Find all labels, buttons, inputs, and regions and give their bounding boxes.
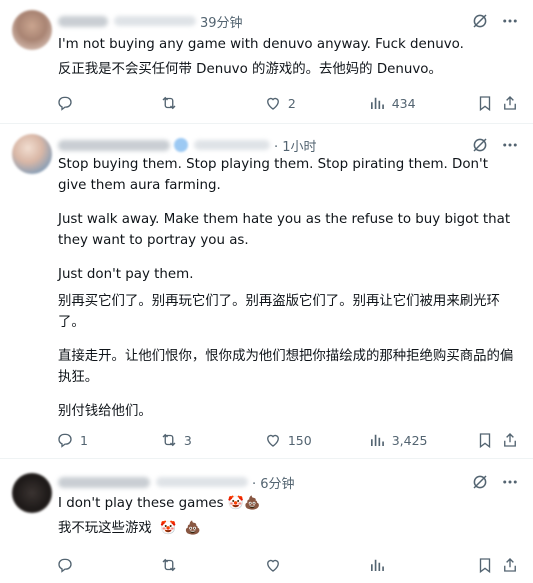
reply-button[interactable]: [56, 556, 160, 574]
retweet-count: 3: [183, 432, 192, 448]
bookmark-icon: [476, 431, 494, 449]
views-icon: [368, 431, 386, 449]
tweet-top-actions: [471, 12, 519, 30]
like-count: 2: [287, 95, 296, 111]
verified-icon: [174, 138, 188, 152]
share-icon: [501, 556, 519, 574]
share-button[interactable]: [501, 94, 519, 112]
bookmark-button[interactable]: [476, 94, 501, 112]
tweet-1[interactable]: 39分钟 I'm not buying any game with denuvo…: [0, 0, 533, 124]
tweet-paragraph: Just walk away. Make them hate you as th…: [58, 212, 511, 248]
grok-icon[interactable]: [471, 473, 489, 491]
tweet-top-actions: [471, 136, 519, 154]
bookmark-icon: [476, 556, 494, 574]
tweet-line-zh: 我不玩这些游戏 🤡 💩: [58, 518, 520, 539]
tweet-paragraph: 直接走开。让他们恨你，恨你成为他们想把你描绘成的那种拒绝购买商品的偏执狂。: [58, 349, 514, 385]
tweet-actions: [56, 555, 519, 575]
reply-button[interactable]: [56, 94, 160, 112]
avatar[interactable]: [12, 473, 52, 513]
tweet-3[interactable]: · 6分钟 I don't play these games 🤡💩 我不玩这些游…: [0, 459, 533, 583]
views-button[interactable]: 434: [368, 94, 476, 112]
views-count: 3,425: [391, 432, 428, 448]
more-icon[interactable]: [501, 136, 519, 154]
retweet-button[interactable]: [160, 94, 264, 112]
author-handle[interactable]: [114, 16, 196, 26]
timestamp[interactable]: · 6分钟: [252, 473, 295, 492]
retweet-icon: [160, 431, 178, 449]
avatar[interactable]: [12, 10, 52, 50]
tweet-top-actions: [471, 473, 519, 491]
share-icon: [501, 94, 519, 112]
more-icon[interactable]: [501, 473, 519, 491]
tweet-line-en: I don't play these games 🤡💩: [58, 493, 520, 514]
reply-button[interactable]: 1: [56, 431, 160, 449]
bookmark-button[interactable]: [476, 556, 501, 574]
tweet-2[interactable]: · 1小时 Stop buying them. Stop playing the…: [0, 124, 533, 459]
author-name[interactable]: [58, 476, 150, 488]
author-handle[interactable]: [156, 477, 248, 487]
like-button[interactable]: 2: [264, 94, 368, 112]
poop-emoji: 💩: [244, 496, 261, 511]
views-button[interactable]: 3,425: [368, 431, 476, 449]
like-button[interactable]: 150: [264, 431, 368, 449]
tweet-paragraph: Stop buying them. Stop playing them. Sto…: [58, 157, 488, 193]
views-icon: [368, 94, 386, 112]
avatar[interactable]: [12, 134, 52, 174]
reply-icon: [56, 94, 74, 112]
tweet-actions: 2 434: [56, 93, 519, 113]
retweet-button[interactable]: 3: [160, 431, 264, 449]
like-count: 150: [287, 432, 312, 448]
like-icon: [264, 431, 282, 449]
reply-icon: [56, 431, 74, 449]
tweet-line-en: I'm not buying any game with denuvo anyw…: [58, 37, 464, 52]
reply-count: 1: [80, 432, 88, 448]
tweet-header: · 1小时: [58, 135, 317, 155]
grok-icon[interactable]: [471, 12, 489, 30]
poop-emoji: 💩: [184, 521, 201, 536]
tweet-line-zh: 反正我是不会买任何带 Denuvo 的游戏的。去他妈的 Denuvo。: [58, 62, 442, 77]
share-button[interactable]: [501, 431, 519, 449]
retweet-icon: [160, 556, 178, 574]
bookmark-button[interactable]: [476, 431, 501, 449]
clown-emoji: 🤡: [227, 496, 245, 511]
like-icon: [264, 556, 282, 574]
clown-emoji: 🤡: [160, 521, 177, 536]
like-icon: [264, 94, 282, 112]
more-icon[interactable]: [501, 12, 519, 30]
views-button[interactable]: [368, 556, 476, 574]
tweet-header: · 6分钟: [58, 472, 295, 492]
tweet-paragraph: 别再买它们了。别再玩它们了。别再盗版它们了。别再让它们被用来刷光环了。: [58, 294, 500, 330]
tweet-text: Stop buying them. Stop playing them. Sto…: [58, 154, 520, 422]
tweet-paragraph: 别付钱给他们。: [58, 404, 152, 419]
grok-icon[interactable]: [471, 136, 489, 154]
views-count: 434: [391, 95, 416, 111]
author-name[interactable]: [58, 15, 108, 27]
retweet-icon: [160, 94, 178, 112]
tweet-text: I don't play these games 🤡💩 我不玩这些游戏 🤡 💩: [58, 493, 520, 539]
tweet-paragraph: Just don't pay them.: [58, 267, 194, 282]
tweet-text: I'm not buying any game with denuvo anyw…: [58, 34, 520, 80]
timestamp[interactable]: 39分钟: [200, 12, 243, 31]
like-button[interactable]: [264, 556, 368, 574]
retweet-button[interactable]: [160, 556, 264, 574]
share-button[interactable]: [501, 556, 519, 574]
views-icon: [368, 556, 386, 574]
tweet-line-zh-text: 我不玩这些游戏: [58, 521, 152, 536]
timestamp[interactable]: · 1小时: [274, 136, 317, 155]
tweet-header: 39分钟: [58, 11, 243, 31]
bookmark-icon: [476, 94, 494, 112]
tweet-actions: 1 3 150 3,425: [56, 430, 519, 450]
share-icon: [501, 431, 519, 449]
reply-icon: [56, 556, 74, 574]
author-handle[interactable]: [194, 140, 270, 150]
author-name[interactable]: [58, 139, 170, 151]
tweet-line-en-text: I don't play these games: [58, 496, 224, 511]
